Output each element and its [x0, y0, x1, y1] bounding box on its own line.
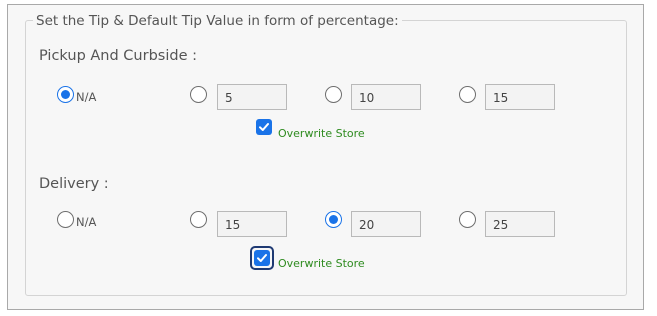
- delivery-tip-15-radio[interactable]: [190, 211, 207, 228]
- pickup-tip-15-input[interactable]: 15: [485, 84, 555, 110]
- pickup-tip-5-radio[interactable]: [190, 86, 207, 103]
- pickup-tip-10-input[interactable]: 10: [351, 84, 421, 110]
- pickup-overwrite-checkbox[interactable]: [256, 119, 272, 135]
- delivery-na-label: N/A: [76, 215, 97, 229]
- delivery-tip-20-radio[interactable]: [325, 211, 342, 228]
- delivery-tip-25-input[interactable]: 25: [485, 211, 555, 237]
- delivery-na-radio[interactable]: [57, 211, 74, 228]
- delivery-tip-25-radio[interactable]: [459, 211, 476, 228]
- pickup-na-label: N/A: [76, 90, 97, 104]
- pickup-tip-15-radio[interactable]: [459, 86, 476, 103]
- pickup-tip-10-radio[interactable]: [325, 86, 342, 103]
- checkmark-icon: [259, 123, 269, 131]
- checkmark-icon: [257, 254, 267, 262]
- pickup-na-radio[interactable]: [57, 86, 74, 103]
- delivery-section-title: Delivery :: [39, 176, 109, 192]
- delivery-overwrite-checkbox[interactable]: [254, 250, 270, 266]
- delivery-tip-20-input[interactable]: 20: [351, 211, 421, 237]
- delivery-overwrite-label: Overwrite Store: [278, 257, 365, 270]
- pickup-section-title: Pickup And Curbside :: [39, 48, 197, 64]
- delivery-tip-15-input[interactable]: 15: [217, 211, 287, 237]
- pickup-tip-5-input[interactable]: 5: [217, 84, 287, 110]
- tip-settings-legend: Set the Tip & Default Tip Value in form …: [33, 13, 402, 29]
- pickup-overwrite-label: Overwrite Store: [278, 127, 365, 140]
